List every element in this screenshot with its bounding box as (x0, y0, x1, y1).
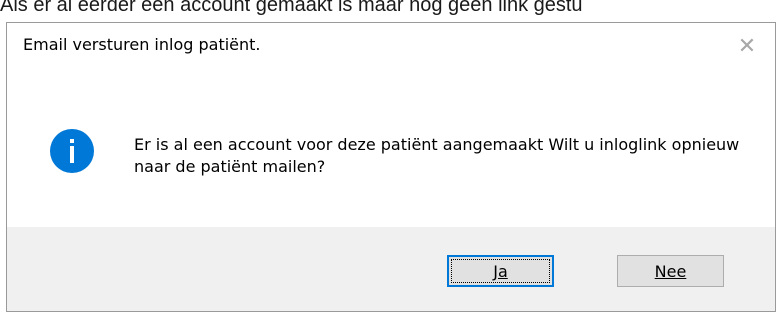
no-label-text: Nee (654, 261, 687, 281)
message-box-dialog: Email versturen inlog patiënt. ✕ Er is a… (6, 22, 776, 312)
yes-button[interactable]: Ja (447, 255, 554, 287)
close-icon: ✕ (737, 33, 757, 59)
dialog-content: Er is al een account voor deze patiënt a… (7, 69, 775, 227)
background-text: Als er al eerder een account gemaakt is … (0, 0, 583, 16)
focus-rectangle (451, 259, 550, 283)
info-icon (50, 129, 94, 173)
no-button[interactable]: Nee (617, 255, 724, 287)
close-button[interactable]: ✕ (727, 27, 767, 65)
title-bar: Email versturen inlog patiënt. ✕ (7, 23, 775, 69)
no-button-label: Nee (655, 262, 687, 281)
dialog-title: Email versturen inlog patiënt. (23, 35, 261, 54)
button-bar: Ja Nee (7, 227, 775, 311)
dialog-message: Er is al een account voor deze patiënt a… (134, 135, 740, 176)
